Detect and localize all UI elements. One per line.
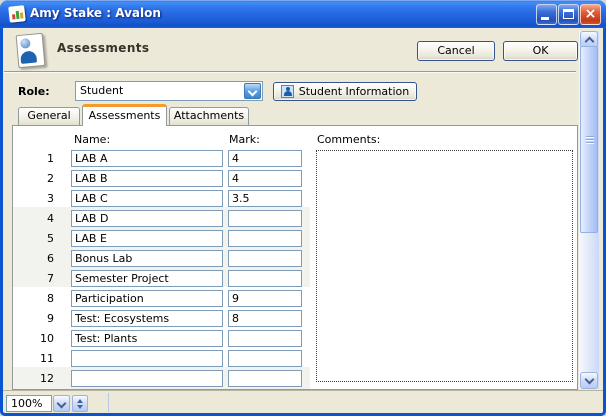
zoom-spinner[interactable]	[72, 395, 88, 412]
assessment-mark-input[interactable]	[228, 290, 302, 307]
assessment-name-input[interactable]	[71, 350, 223, 367]
window-title: Amy Stake : Avalon	[30, 0, 161, 27]
zoom-dropdown-button[interactable]	[53, 395, 70, 412]
assessment-mark-input[interactable]	[228, 230, 302, 247]
assessments-person-card-icon	[16, 33, 46, 68]
cancel-button[interactable]: Cancel	[417, 41, 495, 61]
assessment-mark-input[interactable]	[228, 350, 302, 367]
scrollbar-grip-icon	[586, 136, 594, 144]
row-number: 5	[14, 232, 54, 245]
assessment-name-input[interactable]	[71, 230, 223, 247]
assessment-name-input[interactable]	[71, 290, 223, 307]
row-number: 8	[14, 292, 54, 305]
tab-assessments[interactable]: Assessments	[82, 104, 167, 126]
assessment-mark-input[interactable]	[228, 170, 302, 187]
window-app-icon	[8, 5, 26, 23]
assessment-mark-input[interactable]	[228, 370, 302, 387]
assessment-name-input[interactable]	[71, 150, 223, 167]
comments-textarea[interactable]	[316, 150, 573, 382]
assessment-name-input[interactable]	[71, 270, 223, 287]
row-number: 11	[14, 352, 54, 365]
assessment-mark-input[interactable]	[228, 250, 302, 267]
name-column-header: Name:	[74, 133, 110, 146]
assessment-mark-input[interactable]	[228, 210, 302, 227]
comments-header: Comments:	[317, 133, 380, 146]
row-number: 12	[14, 372, 54, 385]
student-information-label: Student Information	[299, 85, 409, 98]
maximize-button[interactable]	[558, 4, 579, 25]
row-number: 1	[14, 152, 54, 165]
row-number: 3	[14, 192, 54, 205]
student-information-button[interactable]: Student Information	[273, 82, 417, 101]
zoom-level-field[interactable]: 100%	[6, 395, 52, 412]
role-label: Role:	[18, 85, 50, 98]
mark-column-header: Mark:	[229, 133, 260, 146]
row-number: 7	[14, 272, 54, 285]
row-number: 9	[14, 312, 54, 325]
assessment-mark-input[interactable]	[228, 270, 302, 287]
close-button[interactable]: ×	[580, 4, 601, 25]
assessment-name-input[interactable]	[71, 250, 223, 267]
maximize-icon	[563, 9, 574, 19]
chevron-down-icon	[57, 399, 67, 409]
close-icon: ×	[581, 5, 600, 23]
spinner-up-icon	[77, 399, 83, 403]
title-bar: Amy Stake : Avalon ×	[0, 0, 606, 28]
zoom-control: 100%	[6, 395, 88, 412]
row-number: 2	[14, 172, 54, 185]
tab-general[interactable]: General	[18, 107, 80, 125]
person-icon	[281, 85, 294, 98]
chevron-down-icon[interactable]	[244, 83, 261, 99]
tab-attachments[interactable]: Attachments	[169, 107, 249, 125]
assessment-name-input[interactable]	[71, 310, 223, 327]
assessment-mark-input[interactable]	[228, 310, 302, 327]
minimize-button[interactable]	[536, 4, 557, 25]
assessment-mark-input[interactable]	[228, 190, 302, 207]
page-title: Assessments	[57, 41, 149, 55]
role-select[interactable]: Student	[75, 81, 263, 101]
header-divider-highlight	[4, 72, 576, 73]
application-window: Amy Stake : Avalon × Assessments Cancel …	[0, 0, 606, 416]
spinner-down-icon	[77, 405, 83, 409]
assessment-name-input[interactable]	[71, 210, 223, 227]
status-bar-divider	[108, 393, 109, 412]
status-bar: 100%	[3, 390, 603, 414]
assessment-name-input[interactable]	[71, 330, 223, 347]
row-number: 10	[14, 332, 54, 345]
chevron-up-icon	[584, 37, 594, 47]
minimize-icon	[541, 17, 549, 20]
row-number: 6	[14, 252, 54, 265]
assessment-mark-input[interactable]	[228, 150, 302, 167]
assessment-mark-input[interactable]	[228, 330, 302, 347]
assessment-name-input[interactable]	[71, 370, 223, 387]
ok-button[interactable]: OK	[503, 41, 578, 61]
assessment-name-input[interactable]	[71, 170, 223, 187]
assessment-name-input[interactable]	[71, 190, 223, 207]
row-number: 4	[14, 212, 54, 225]
role-selected-value: Student	[80, 82, 123, 100]
